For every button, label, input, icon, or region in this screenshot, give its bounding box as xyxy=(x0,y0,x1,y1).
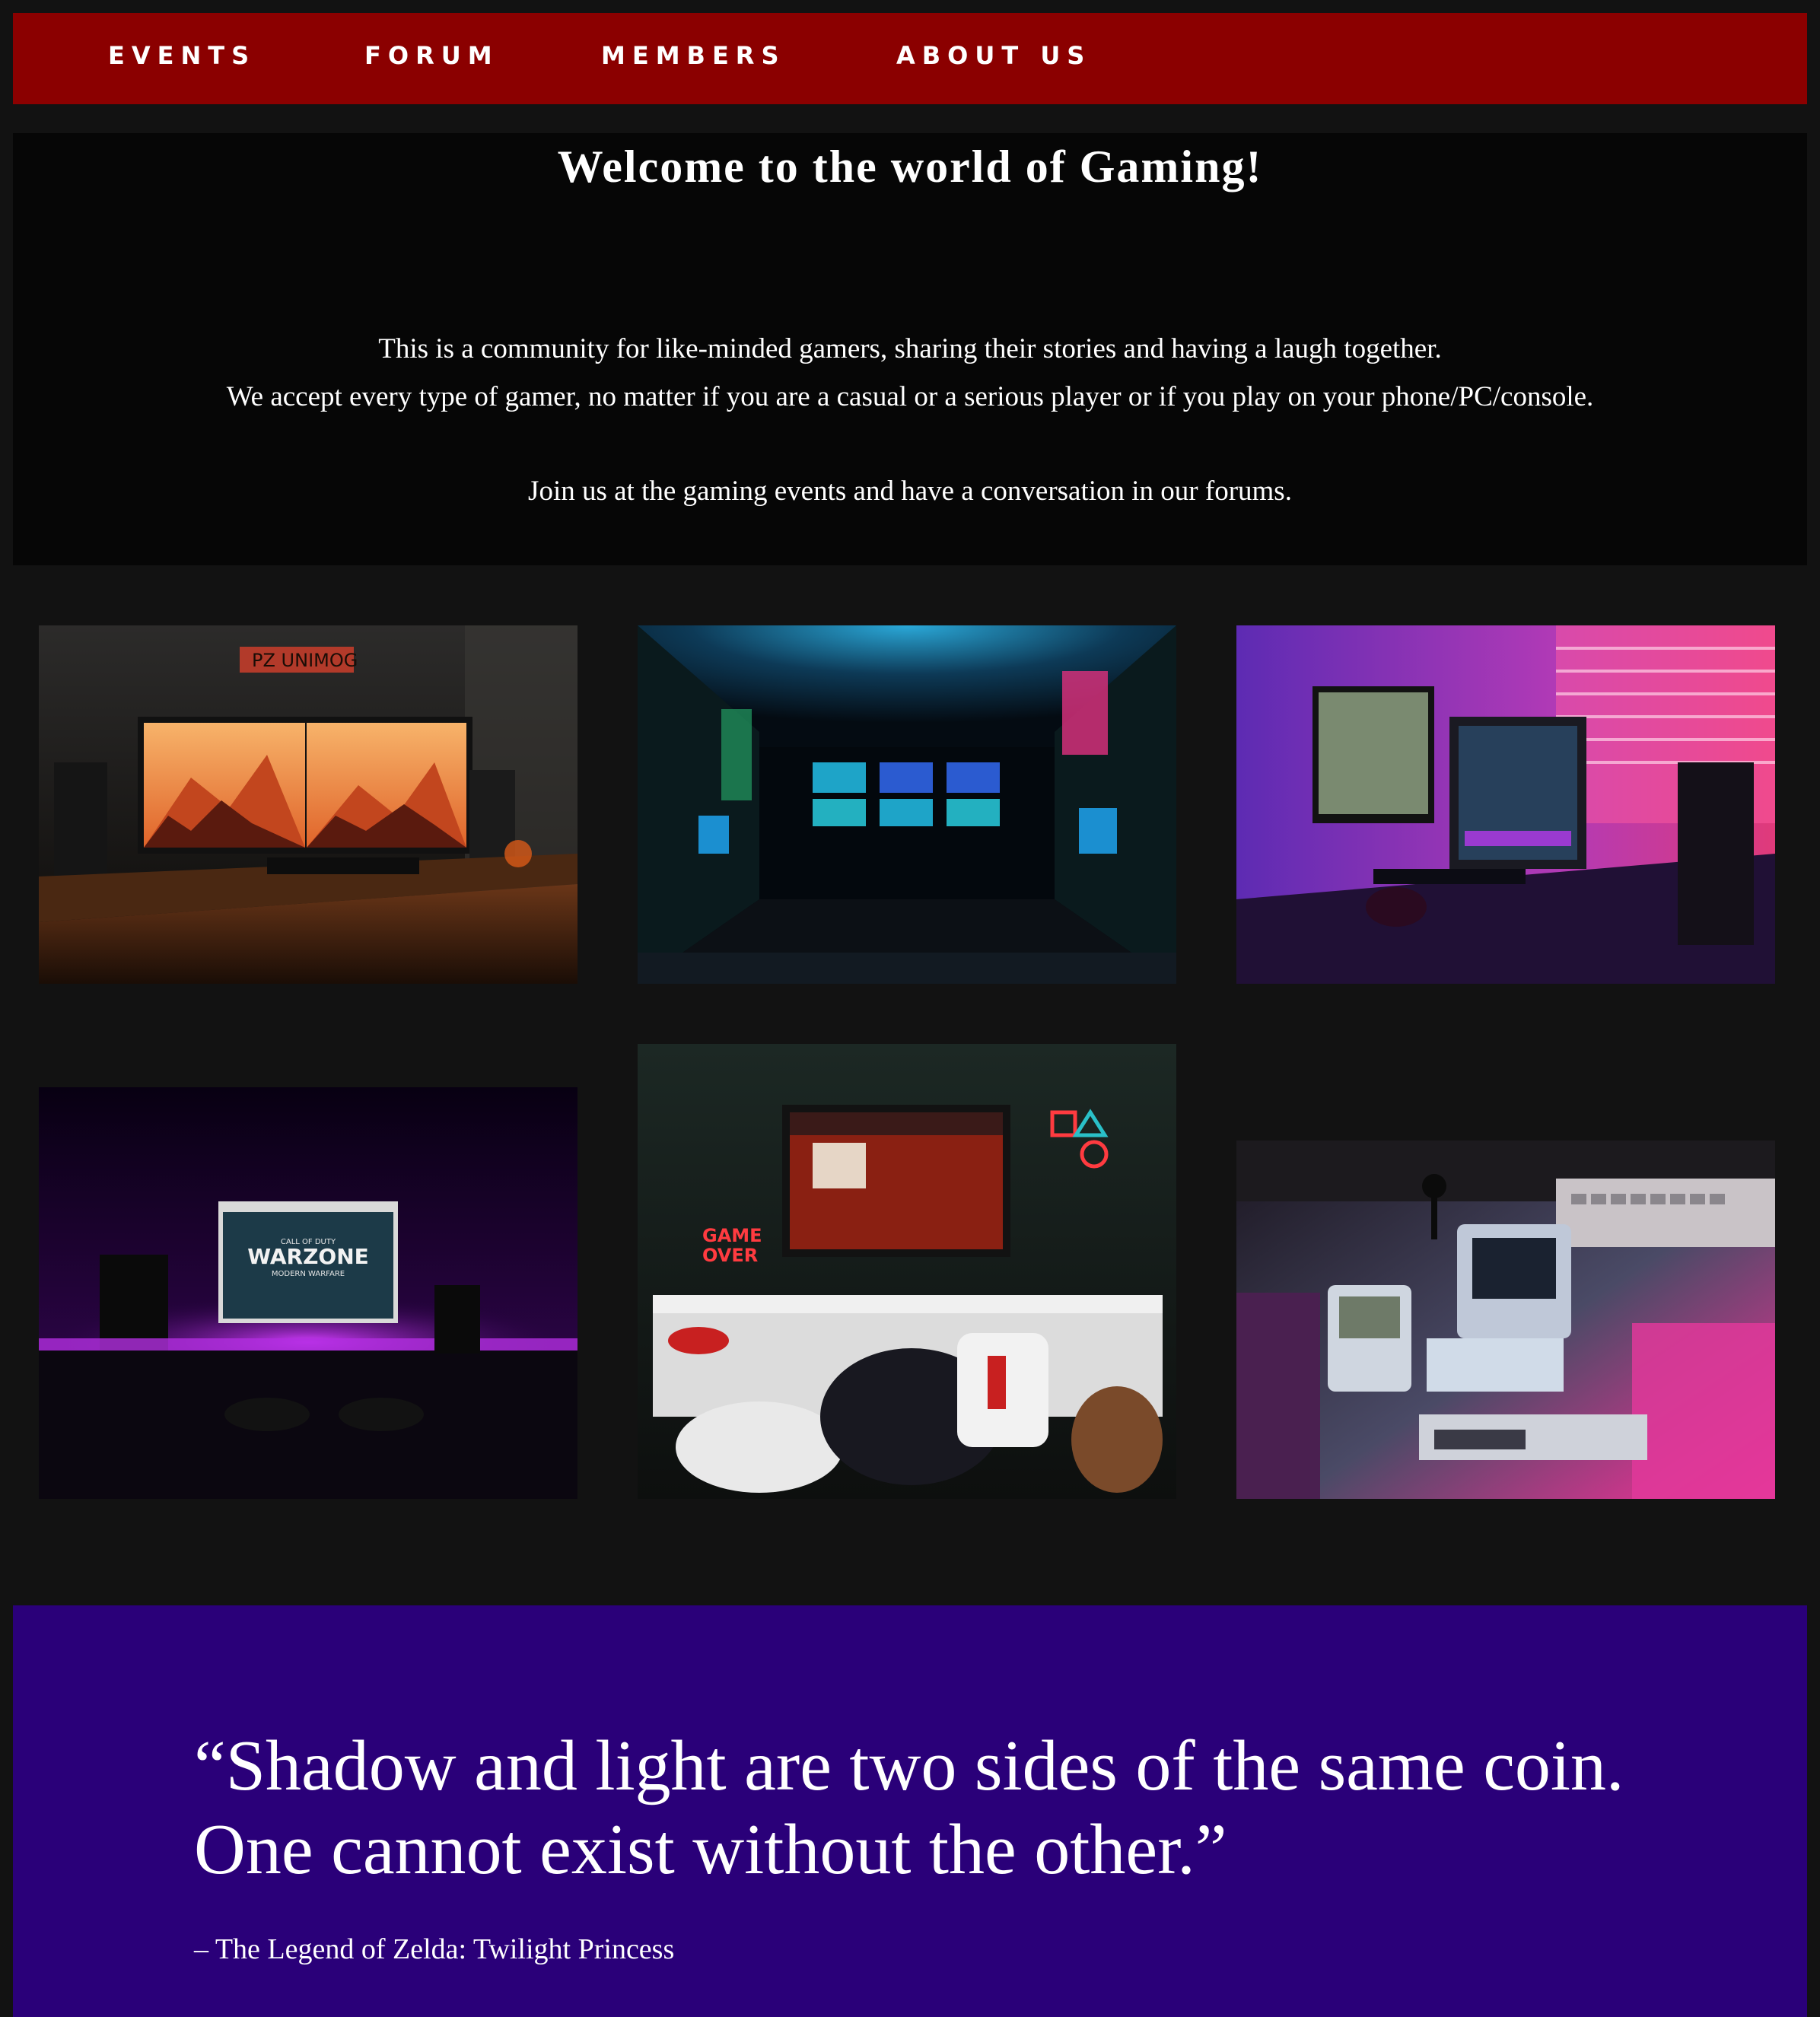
welcome-intro-line-2: We accept every type of gamer, no matter… xyxy=(226,381,1594,412)
welcome-intro-line-1: This is a community for like-minded game… xyxy=(378,333,1442,364)
quote-section: “Shadow and light are two sides of the s… xyxy=(13,1605,1807,2017)
welcome-section: Welcome to the world of Gaming! This is … xyxy=(13,133,1807,565)
game-quote-text: “Shadow and light are two sides of the s… xyxy=(194,1726,1624,1889)
gallery-photo-playstation-room: GAME OVER xyxy=(638,1044,1176,1499)
welcome-title: Welcome to the world of Gaming! xyxy=(557,142,1263,192)
top-nav-bar: EVENTS FORUM MEMBERS ABOUT US xyxy=(13,13,1807,104)
nav-link-events[interactable]: EVENTS xyxy=(108,13,256,104)
nav-link-forum[interactable]: FORUM xyxy=(364,13,499,104)
welcome-invite-line: Join us at the gaming events and have a … xyxy=(528,476,1292,507)
gallery-photo-pink-pc-setup xyxy=(1236,625,1775,984)
gallery-photo-retro-consoles xyxy=(1236,1141,1775,1499)
garage-sign-text: PZ UNIMOG xyxy=(252,650,358,671)
neon-over-text: OVER xyxy=(702,1245,758,1266)
game-title-text: WARZONE xyxy=(247,1244,369,1269)
game-quote-source: – The Legend of Zelda: Twilight Princess xyxy=(194,1933,675,1965)
gallery-photo-arcade-room xyxy=(638,625,1176,984)
nav-link-about-us[interactable]: ABOUT US xyxy=(896,13,1091,104)
game-subtitle-text: MODERN WARFARE xyxy=(272,1270,345,1278)
nav-link-members[interactable]: MEMBERS xyxy=(601,13,785,104)
neon-game-text: GAME xyxy=(702,1225,762,1246)
gallery-photo-desk-setup-orange: PZ UNIMOG xyxy=(39,625,578,984)
page: EVENTS FORUM MEMBERS ABOUT US Welcome to… xyxy=(0,0,1820,2017)
gallery-photo-warzone-setup: CALL OF DUTY WARZONE MODERN WARFARE xyxy=(39,1087,578,1499)
